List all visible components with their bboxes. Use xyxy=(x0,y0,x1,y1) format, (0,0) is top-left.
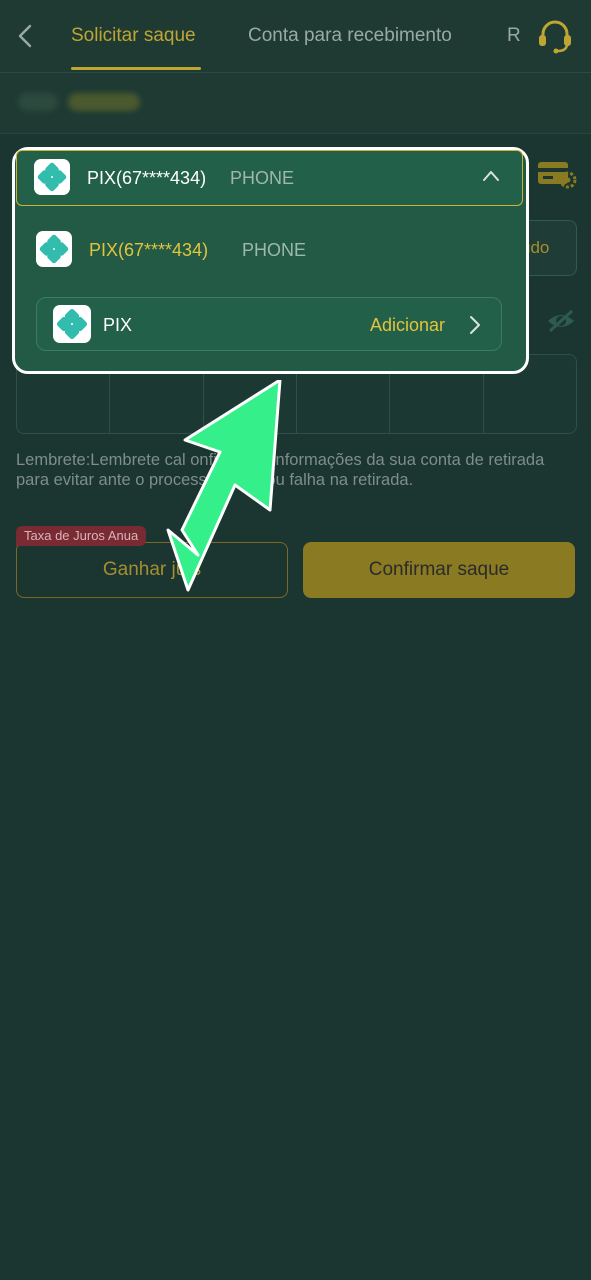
chevron-up-icon[interactable] xyxy=(480,166,502,186)
pix-logo-icon xyxy=(36,231,72,267)
chevron-right-icon xyxy=(470,316,480,334)
selected-account-name: PIX(67****434) xyxy=(87,168,207,188)
back-arrow-icon[interactable] xyxy=(14,22,38,50)
active-tab-indicator xyxy=(71,67,201,70)
add-account-link[interactable]: Adicionar xyxy=(370,315,445,336)
tab-records[interactable]: R xyxy=(507,25,521,47)
headset-support-icon[interactable] xyxy=(536,18,574,54)
blurred-balance xyxy=(68,93,140,111)
tab-solicitar-saque[interactable]: Solicitar saque xyxy=(71,25,196,47)
pix-logo-icon xyxy=(34,159,70,195)
card-settings-icon[interactable] xyxy=(536,158,578,190)
pix-logo-icon xyxy=(53,305,91,343)
tab-conta-recebimento[interactable]: Conta para recebimento xyxy=(248,25,452,47)
option-account-name: PIX(67****434) xyxy=(89,240,209,260)
selected-account-type: PHONE xyxy=(230,168,295,188)
pointer-arrow-icon xyxy=(166,380,282,592)
blurred-label xyxy=(18,93,58,111)
add-row-label: PIX xyxy=(103,315,133,335)
hide-password-icon[interactable] xyxy=(546,308,576,334)
option-account-type: PHONE xyxy=(242,240,307,260)
confirm-withdraw-button[interactable]: Confirmar saque xyxy=(303,542,575,598)
